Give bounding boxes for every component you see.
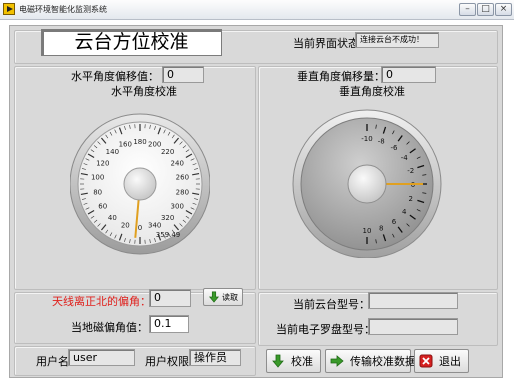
horizontal-tick-label: 280 xyxy=(176,188,189,196)
vertical-gauge[interactable]: -10-8-6-4-20246810 xyxy=(287,98,447,258)
permission-label: 用户权限 xyxy=(145,355,189,368)
vertical-tick-label: -2 xyxy=(407,167,414,175)
exit-button-label: 退出 xyxy=(439,355,461,368)
horizontal-tick-label: 300 xyxy=(171,203,184,211)
read-button[interactable]: 读取 xyxy=(203,288,243,306)
vertical-tick-label: 6 xyxy=(392,218,397,226)
horizontal-tick-label: 40 xyxy=(108,214,117,222)
minimize-button[interactable]: – xyxy=(459,3,476,16)
transfer-button[interactable]: 传输校准数据 xyxy=(325,349,416,373)
horizontal-offset-field[interactable]: 0 xyxy=(162,66,204,83)
page-title: 云台方位校准 xyxy=(41,29,222,56)
exit-button[interactable]: 退出 xyxy=(414,349,469,373)
vertical-offset-field[interactable]: 0 xyxy=(381,66,436,83)
username-field: user xyxy=(68,349,135,366)
ptz-model-field xyxy=(368,292,458,309)
horizontal-end-label: 359.49 xyxy=(156,231,181,239)
vertical-tick-label: 4 xyxy=(402,208,407,216)
horizontal-tick-label: 20 xyxy=(121,221,130,229)
status-field: 连接云台不成功！ xyxy=(355,32,439,48)
horizontal-tick-label: 260 xyxy=(176,174,189,182)
read-button-label: 读取 xyxy=(222,292,238,302)
calibrate-button[interactable]: 校准 xyxy=(266,349,321,373)
horizontal-tick-label: 60 xyxy=(98,203,107,211)
window-title: 电磁环境智能化监测系统 xyxy=(19,5,107,14)
vertical-tick-label: -6 xyxy=(391,144,399,152)
horizontal-tick-label: 120 xyxy=(96,160,109,168)
vertical-gauge-hub xyxy=(347,164,387,204)
horizontal-gauge-hub xyxy=(123,167,157,201)
vertical-tick-label: 8 xyxy=(379,225,383,233)
horizontal-tick-label: 0 xyxy=(138,224,142,232)
horizontal-tick-label: 160 xyxy=(119,141,132,149)
horizontal-offset-label: 水平角度偏移值： xyxy=(71,70,159,83)
download-arrow-icon xyxy=(271,354,285,368)
vertical-tick-label: 10 xyxy=(363,227,372,235)
close-button[interactable]: × xyxy=(495,3,512,16)
mag-declination-label: 当地磁偏角值： xyxy=(71,321,148,334)
horizontal-tick-label: 140 xyxy=(106,148,119,156)
transfer-button-label: 传输校准数据 xyxy=(350,355,416,368)
horizontal-tick-label: 100 xyxy=(91,174,104,182)
horizontal-gauge-title: 水平角度校准 xyxy=(111,85,177,98)
username-label: 用户名 xyxy=(36,355,69,368)
compass-model-field xyxy=(368,318,458,335)
app-icon xyxy=(3,3,15,15)
horizontal-tick-label: 80 xyxy=(93,188,102,196)
right-arrow-icon xyxy=(330,354,344,368)
horizontal-tick-label: 220 xyxy=(161,148,174,156)
vertical-tick-label: -10 xyxy=(361,135,372,143)
download-arrow-icon xyxy=(208,291,220,303)
vertical-tick-label: -8 xyxy=(378,137,385,145)
vertical-gauge-title: 垂直角度校准 xyxy=(339,85,405,98)
vertical-tick-label: -4 xyxy=(401,154,409,162)
permission-field: 操作员 xyxy=(189,349,241,366)
close-x-icon xyxy=(419,354,433,368)
vertical-tick-label: 2 xyxy=(409,195,413,203)
window-titlebar: 电磁环境智能化监测系统 – □ × xyxy=(0,0,514,20)
mag-declination-field[interactable]: 0.1 xyxy=(149,315,189,333)
maximize-button[interactable]: □ xyxy=(477,3,494,16)
north-offset-label: 天线离正北的偏角： xyxy=(52,295,151,308)
north-offset-field[interactable]: 0 xyxy=(149,289,191,307)
compass-model-label: 当前电子罗盘型号： xyxy=(276,323,375,336)
horizontal-tick-label: 200 xyxy=(148,141,161,149)
horizontal-tick-label: 340 xyxy=(148,221,161,229)
vertical-offset-label: 垂直角度偏移量： xyxy=(297,70,385,83)
ptz-model-label: 当前云台型号： xyxy=(293,298,370,311)
horizontal-tick-label: 240 xyxy=(171,160,184,168)
horizontal-tick-label: 320 xyxy=(161,214,174,222)
calibrate-button-label: 校准 xyxy=(291,355,313,368)
horizontal-gauge[interactable]: 0 20 4060 80 100 120 140160 180 200220 240 260 280 3… xyxy=(70,98,210,258)
horizontal-tick-label: 180 xyxy=(133,138,146,146)
status-label: 当前界面状态 xyxy=(293,37,359,50)
